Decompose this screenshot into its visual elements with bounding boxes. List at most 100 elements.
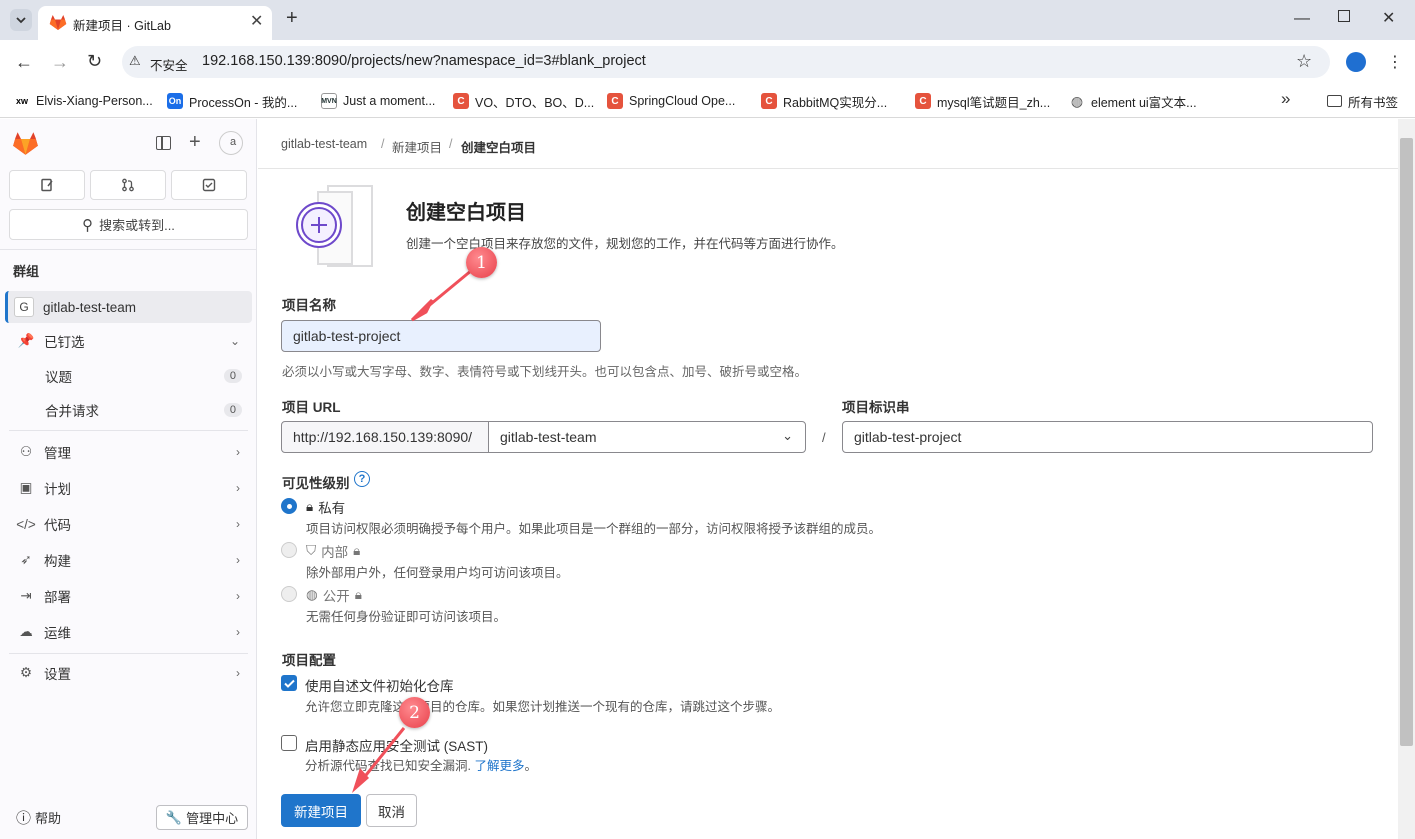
tab-title: 新建项目 · GitLab [73, 19, 171, 33]
cancel-button[interactable]: 取消 [366, 794, 417, 827]
namespace-select[interactable]: gitlab-test-team ⌄ [488, 421, 806, 453]
new-tab-icon[interactable]: + [286, 7, 298, 30]
radio-private[interactable] [281, 498, 297, 514]
forward-icon[interactable]: → [51, 52, 69, 73]
sidebar-item-code[interactable]: </> 代码 › [8, 508, 252, 540]
project-slug-input[interactable]: gitlab-test-project [842, 421, 1373, 453]
bookmark-item[interactable]: xw Elvis-Xiang-Person... [14, 92, 153, 110]
tab-list-icon[interactable] [10, 9, 32, 31]
address-bar[interactable]: ⚠ 不安全 192.168.150.139:8090/projects/new?… [122, 46, 1330, 78]
menu-dots-icon[interactable]: ⋮ [1387, 52, 1403, 72]
chevron-right-icon: › [236, 589, 240, 603]
sidebar-toggle-icon[interactable] [156, 136, 171, 150]
tab-close-icon[interactable]: ✕ [250, 11, 263, 31]
breadcrumb-item[interactable]: 新建项目 [392, 137, 442, 156]
gitlab-logo-icon[interactable] [12, 131, 39, 156]
sidebar-item-plan[interactable]: ▣ 计划 › [8, 472, 252, 504]
lock-icon: 🔒︎ [353, 543, 361, 558]
sast-checkbox[interactable] [281, 735, 297, 751]
page-title: 创建空白项目 [406, 202, 526, 224]
sidebar-item-settings[interactable]: ⚙ 设置 › [8, 657, 252, 689]
minimize-icon[interactable]: — [1294, 10, 1310, 28]
sidebar-item-manage[interactable]: ⚇ 管理 › [8, 436, 252, 468]
window-close-icon[interactable]: ✕ [1382, 8, 1395, 28]
calendar-icon: ▣ [19, 480, 33, 495]
shield-icon: ⛉ [306, 543, 317, 558]
browser-tab[interactable]: 新建项目 · GitLab ✕ [38, 6, 272, 40]
chevron-right-icon: › [236, 666, 240, 680]
breadcrumb-item[interactable]: gitlab-test-team [281, 137, 367, 151]
gear-icon: ⚙ [19, 665, 33, 680]
issues-icon [41, 178, 53, 192]
learn-more-link[interactable]: 了解更多 [474, 759, 524, 773]
count-badge: 0 [223, 403, 242, 417]
visibility-desc: 项目访问权限必须明确授予每个用户。如果此项目是一个群组的一部分，访问权限将授予该… [306, 522, 882, 536]
breadcrumb-current: 创建空白项目 [461, 141, 537, 155]
count-badge: 0 [223, 369, 242, 383]
sidebar: + a ⚲ 搜索或转到... 群组 G gitlab-test-team 📌 已钉选… [0, 119, 257, 839]
project-name-label: 项目名称 [282, 298, 336, 313]
todos-button[interactable] [171, 170, 247, 200]
admin-area-button[interactable]: 🔧 管理中心 [156, 805, 248, 830]
bookmark-item[interactable]: C RabbitMQ实现分... [761, 92, 887, 110]
scrollbar-thumb[interactable] [1400, 138, 1413, 746]
xw-icon: xw [15, 96, 28, 106]
bookmark-item[interactable]: Cmysql笔试题目_zh... [915, 92, 1050, 110]
bookmark-item[interactable]: C VO、DTO、BO、D... [453, 92, 594, 110]
rocket-icon: ➶ [20, 552, 32, 567]
bookmark-item[interactable]: MVN Just a moment... [321, 92, 435, 110]
processon-icon: On [167, 93, 183, 109]
sidebar-item-deploy[interactable]: ⇥ 部署 › [8, 580, 252, 612]
readme-checkbox[interactable] [281, 675, 297, 691]
csdn-icon: C [915, 93, 931, 109]
sast-desc-row: 分析源代码查找已知安全漏洞. 了解更多。 [305, 759, 537, 773]
project-name-input[interactable]: gitlab-test-project [281, 320, 601, 352]
bookmark-item[interactable]: ◍ element ui富文本... [1069, 92, 1197, 110]
gitlab-favicon-icon [49, 15, 67, 30]
question-icon[interactable]: ? [354, 471, 370, 487]
chevron-right-icon: › [236, 481, 240, 495]
back-icon[interactable]: ← [15, 52, 33, 73]
visibility-desc: 无需任何身份验证即可访问该项目。 [306, 610, 507, 624]
divider [9, 653, 248, 654]
radio-internal[interactable] [281, 542, 297, 558]
deploy-icon: ⇥ [20, 588, 32, 603]
maximize-icon[interactable] [1338, 10, 1350, 22]
sidebar-item-merge-requests[interactable]: 合并请求 0 [8, 394, 252, 426]
url-text[interactable]: 192.168.150.139:8090/projects/new?namesp… [202, 53, 646, 69]
search-button[interactable]: ⚲ 搜索或转到... [9, 209, 248, 240]
star-icon[interactable]: ☆ [1296, 51, 1312, 72]
more-bookmarks-icon[interactable]: » [1281, 89, 1290, 109]
radio-public[interactable] [281, 586, 297, 602]
create-new-icon[interactable]: + [189, 131, 201, 154]
breadcrumb-separator: / [381, 137, 385, 151]
sidebar-item-pinned[interactable]: 📌 已钉选 ⌄ [8, 325, 252, 357]
reload-icon[interactable]: ↻ [87, 51, 102, 72]
divider [9, 430, 248, 431]
issues-button[interactable] [9, 170, 85, 200]
bookmark-item[interactable]: On ProcessOn - 我的... [167, 92, 297, 110]
url-prefix: http://192.168.150.139:8090/ [281, 421, 489, 453]
sidebar-item-build[interactable]: ➶ 构建 › [8, 544, 252, 576]
visibility-public: ◍ 公开 🔒︎ [306, 587, 362, 604]
visibility-internal: ⛉ 内部 🔒︎ [306, 543, 361, 560]
merge-requests-button[interactable] [90, 170, 166, 200]
all-bookmarks[interactable]: 所有书签 [1327, 92, 1398, 110]
section-title: 群组 [13, 264, 40, 279]
wrench-icon: 🔧 [165, 809, 183, 825]
help-button[interactable]: ⓘ 帮助 [16, 807, 61, 828]
create-project-button[interactable]: 新建项目 [281, 794, 361, 827]
avatar[interactable]: a [219, 131, 243, 155]
sidebar-item-operate[interactable]: ☁ 运维 › [8, 616, 252, 648]
chevron-down-icon: ⌄ [229, 334, 240, 348]
bookmark-item[interactable]: C SpringCloud Ope... [607, 92, 735, 110]
group-avatar: G [14, 297, 34, 317]
profile-icon[interactable] [1346, 52, 1366, 72]
sast-label: 启用静态应用安全测试 (SAST) [305, 739, 489, 754]
sidebar-item-group[interactable]: G gitlab-test-team [5, 291, 252, 323]
sidebar-item-issues[interactable]: 议题 0 [8, 360, 252, 392]
chevron-down-icon: ⌄ [782, 428, 793, 443]
project-slug-label: 项目标识串 [842, 400, 910, 415]
readme-label: 使用自述文件初始化仓库 [305, 679, 454, 694]
security-label[interactable]: 不安全 [150, 55, 188, 74]
